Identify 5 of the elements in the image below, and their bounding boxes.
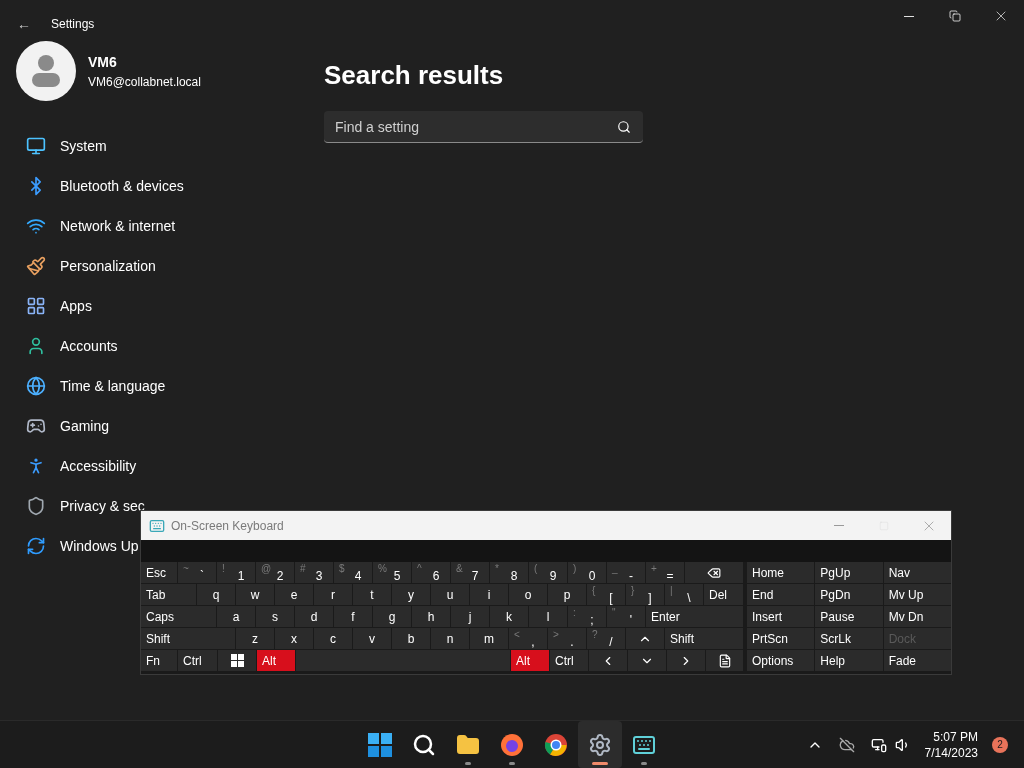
profile-email: VM6@collabnet.local xyxy=(88,73,201,91)
window-title: Settings xyxy=(51,16,95,33)
keyboard-title: On-Screen Keyboard xyxy=(171,517,284,535)
profile-name: VM6 xyxy=(88,52,118,72)
page-heading: Search results xyxy=(324,59,505,92)
